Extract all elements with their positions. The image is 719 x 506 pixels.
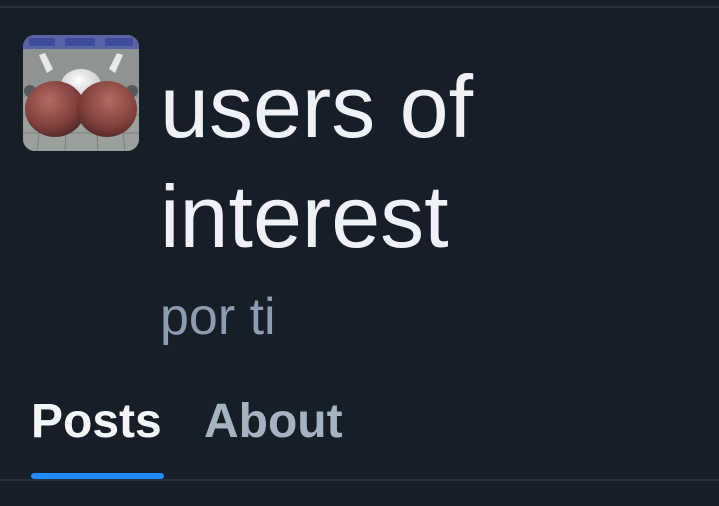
tab-about[interactable]: About <box>204 394 343 450</box>
bottom-divider <box>0 479 719 481</box>
feed-title: users of interest <box>160 57 474 266</box>
feed-avatar-icon <box>23 35 139 151</box>
feed-avatar-image[interactable] <box>23 35 139 151</box>
tab-posts[interactable]: Posts <box>31 394 162 450</box>
tab-bar: Posts About <box>0 380 719 480</box>
feed-author[interactable]: por ti <box>160 285 276 349</box>
feed-page: users of interest por ti Posts About <box>0 0 719 506</box>
feed-header: users of interest por ti Posts About <box>0 0 719 480</box>
